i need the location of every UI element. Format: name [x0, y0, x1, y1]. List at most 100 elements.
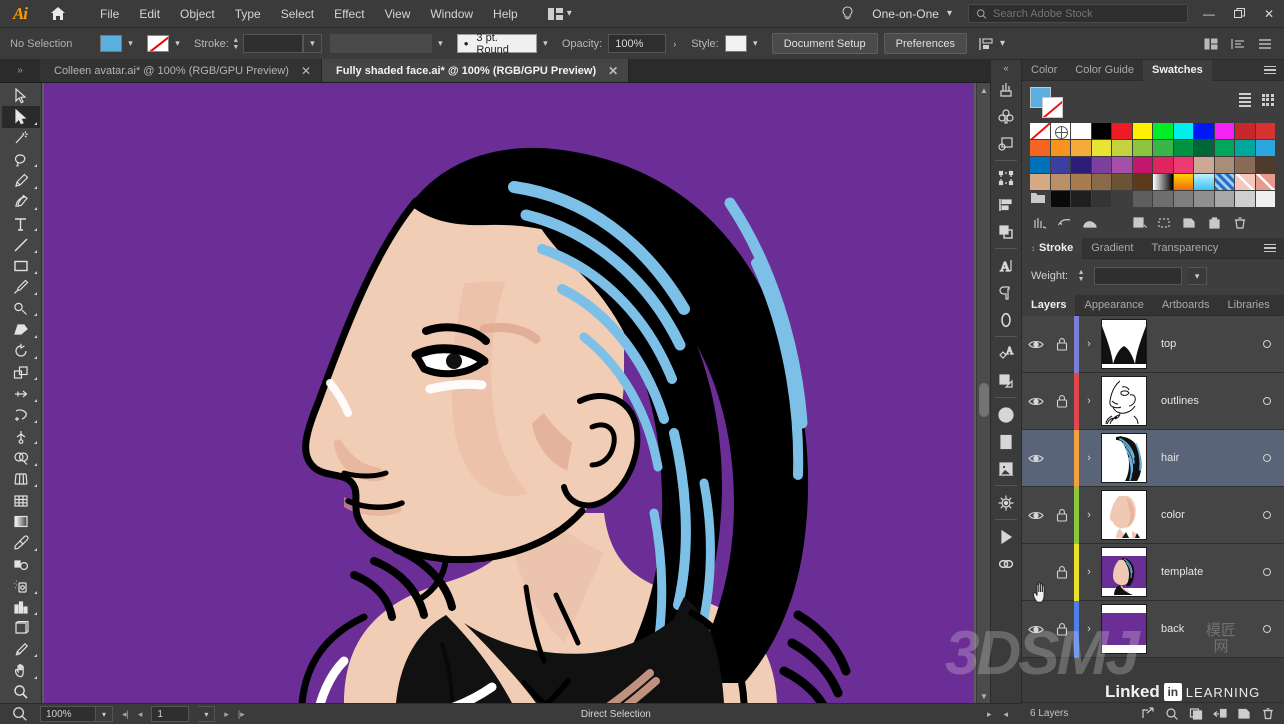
stroke-swatch-none[interactable] [1042, 97, 1063, 118]
menu-item-edit[interactable]: Edit [129, 3, 170, 25]
symbol-sprayer-tool[interactable] [2, 575, 40, 596]
character-icon[interactable]: A [991, 252, 1021, 279]
swatch-4-3[interactable] [1091, 191, 1112, 208]
release-to-layers-icon[interactable] [1141, 707, 1155, 720]
swatch-2-3[interactable] [1091, 157, 1112, 174]
shaper-tool[interactable] [2, 298, 40, 319]
swatch-gradient-orange[interactable] [1173, 174, 1194, 191]
menu-item-select[interactable]: Select [271, 3, 324, 25]
scrollbar-thumb[interactable] [979, 383, 989, 417]
trash-icon[interactable] [1229, 214, 1251, 232]
selection-tool[interactable] [2, 85, 40, 106]
panel-menu-icon[interactable] [1256, 243, 1284, 253]
layer-name-hair[interactable]: hair [1147, 452, 1250, 464]
rotate-tool[interactable] [2, 341, 40, 362]
lock-toggle-template[interactable] [1050, 565, 1074, 579]
swatch-0-11[interactable] [1255, 123, 1276, 140]
tab-appearance[interactable]: Appearance [1075, 295, 1152, 316]
lock-toggle-outlines[interactable] [1050, 394, 1074, 408]
document-setup-button[interactable]: Document Setup [771, 33, 878, 54]
swatch-1-3[interactable] [1091, 140, 1112, 157]
weight-stepper[interactable]: ▲ ▼ [1074, 266, 1088, 286]
scroll-down-icon[interactable]: ▼ [977, 689, 990, 703]
blend-tool[interactable] [2, 554, 40, 575]
swatch-2-8[interactable] [1194, 157, 1215, 174]
tab-transparency[interactable]: Transparency [1142, 238, 1227, 259]
slice-tool[interactable] [2, 639, 40, 660]
layer-target-indicator[interactable] [1250, 625, 1284, 633]
minimize-button[interactable]: — [1194, 0, 1224, 28]
new-swatch-icon[interactable] [1179, 214, 1201, 232]
stroke-weight-dropdown-icon[interactable]: ▾ [302, 34, 322, 53]
swatch-4-10[interactable] [1235, 191, 1256, 208]
color-group-icon[interactable] [1079, 214, 1101, 232]
swatch-gradient-cyan[interactable] [1194, 174, 1215, 191]
scale-tool[interactable] [2, 362, 40, 383]
close-icon[interactable]: ✕ [301, 65, 311, 77]
width-tool[interactable] [2, 383, 40, 404]
layer-row-color[interactable]: › color [1022, 486, 1284, 544]
style-dropdown-icon[interactable]: ▾ [747, 34, 764, 53]
swatch-0-3[interactable] [1091, 123, 1112, 140]
delete-selection-icon[interactable] [1261, 707, 1275, 720]
symbols-icon[interactable] [991, 103, 1021, 130]
previous-artboard-icon[interactable]: ◂ [138, 709, 143, 720]
menu-item-object[interactable]: Object [170, 3, 225, 25]
weight-dropdown-icon[interactable]: ▾ [1188, 267, 1208, 285]
variable-width-profile[interactable] [329, 34, 432, 53]
attributes-icon[interactable] [991, 367, 1021, 394]
swatch-options-icon[interactable] [1129, 214, 1151, 232]
swatch-3-2[interactable] [1071, 174, 1092, 191]
weight-field[interactable] [1094, 267, 1183, 285]
layer-name-top[interactable]: top [1147, 338, 1250, 350]
rectangle-tool[interactable] [2, 256, 40, 277]
brushes-icon[interactable] [991, 76, 1021, 103]
visibility-toggle-back[interactable] [1022, 624, 1050, 635]
swatch-3-5[interactable] [1132, 174, 1153, 191]
new-color-group-icon[interactable] [1154, 214, 1176, 232]
canvas-area[interactable]: ▲ ▼ [42, 83, 990, 703]
tab-gradient[interactable]: Gradient [1082, 238, 1142, 259]
locate-object-icon[interactable] [1165, 707, 1179, 720]
brush-definition[interactable]: • 3 pt. Round [456, 32, 537, 56]
expand-layer-icon[interactable]: › [1079, 509, 1099, 521]
swatch-2-6[interactable] [1153, 157, 1174, 174]
pen-tool[interactable] [2, 170, 40, 191]
list-view-icon[interactable] [1236, 92, 1253, 107]
layer-name-back[interactable]: back [1147, 623, 1250, 635]
layer-target-indicator[interactable] [1250, 568, 1284, 576]
status-menu-icon[interactable]: ◂ [1003, 709, 1008, 720]
layers-list[interactable]: › top › outlines › hair › color › template › back [1022, 315, 1284, 658]
swatch-2-9[interactable] [1214, 157, 1235, 174]
make-clipping-mask-icon[interactable] [1189, 707, 1203, 720]
swatch-0-9[interactable] [1214, 123, 1235, 140]
swatch-0-2[interactable] [1071, 123, 1092, 140]
asset-export-icon[interactable] [991, 550, 1021, 577]
artboard-number-field[interactable]: 1 [151, 706, 190, 722]
swatch-none[interactable] [1030, 123, 1051, 140]
swatch-2-0[interactable] [1030, 157, 1051, 174]
document-tab-colleen-avatar[interactable]: Colleen avatar.ai* @ 100% (RGB/GPU Previ… [40, 59, 322, 82]
curvature-tool[interactable] [2, 192, 40, 213]
eyedropper-tool[interactable] [2, 533, 40, 554]
zoom-icon[interactable] [0, 706, 40, 722]
layer-row-outlines[interactable]: › outlines [1022, 372, 1284, 430]
stroke-dropdown-icon[interactable]: ▾ [169, 34, 186, 53]
tab-stroke[interactable]: ↕ Stroke [1022, 237, 1083, 259]
menu-item-file[interactable]: File [90, 3, 129, 25]
first-artboard-icon[interactable]: ◂| [122, 709, 129, 720]
arrange-panel-icon[interactable] [1204, 38, 1218, 50]
perspective-grid-tool[interactable] [2, 469, 40, 490]
collapse-panels-icon[interactable]: « [990, 60, 1022, 76]
line-segment-tool[interactable] [2, 234, 40, 255]
paragraph-icon[interactable] [991, 279, 1021, 306]
graphic-style-swatch[interactable] [724, 35, 747, 52]
swatch-0-5[interactable] [1132, 123, 1153, 140]
panel-menu-icon[interactable] [1279, 301, 1284, 310]
document-tab-fully-shaded-face[interactable]: Fully shaded face.ai* @ 100% (RGB/GPU Pr… [322, 59, 630, 82]
visibility-toggle-outlines[interactable] [1022, 396, 1050, 407]
close-icon[interactable]: ✕ [608, 65, 618, 77]
lightbulb-icon[interactable] [832, 5, 862, 22]
transform-icon[interactable] [991, 164, 1021, 191]
swatch-3-1[interactable] [1050, 174, 1071, 191]
